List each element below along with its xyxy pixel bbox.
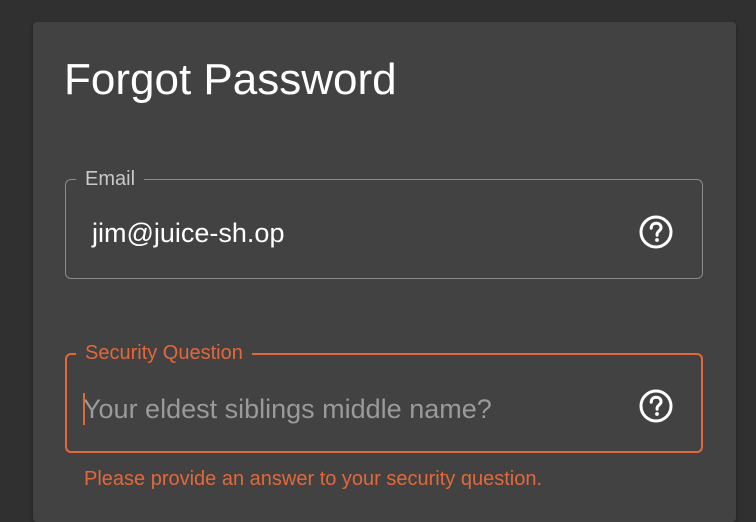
security-question-label: Security Question	[76, 341, 252, 365]
security-question-field[interactable]: Security Question	[65, 341, 703, 453]
help-circle-icon[interactable]	[638, 214, 674, 250]
email-field-label: Email	[76, 167, 145, 191]
forgot-password-card: Forgot Password Email jim@juice-sh.op Se…	[33, 22, 736, 522]
page-title: Forgot Password	[64, 55, 397, 104]
email-field-value[interactable]: jim@juice-sh.op	[92, 218, 284, 249]
email-field[interactable]: Email jim@juice-sh.op	[65, 167, 703, 279]
text-cursor	[83, 393, 85, 425]
help-circle-icon[interactable]	[638, 388, 674, 424]
security-answer-input[interactable]	[83, 392, 603, 426]
security-question-error: Please provide an answer to your securit…	[84, 468, 543, 490]
